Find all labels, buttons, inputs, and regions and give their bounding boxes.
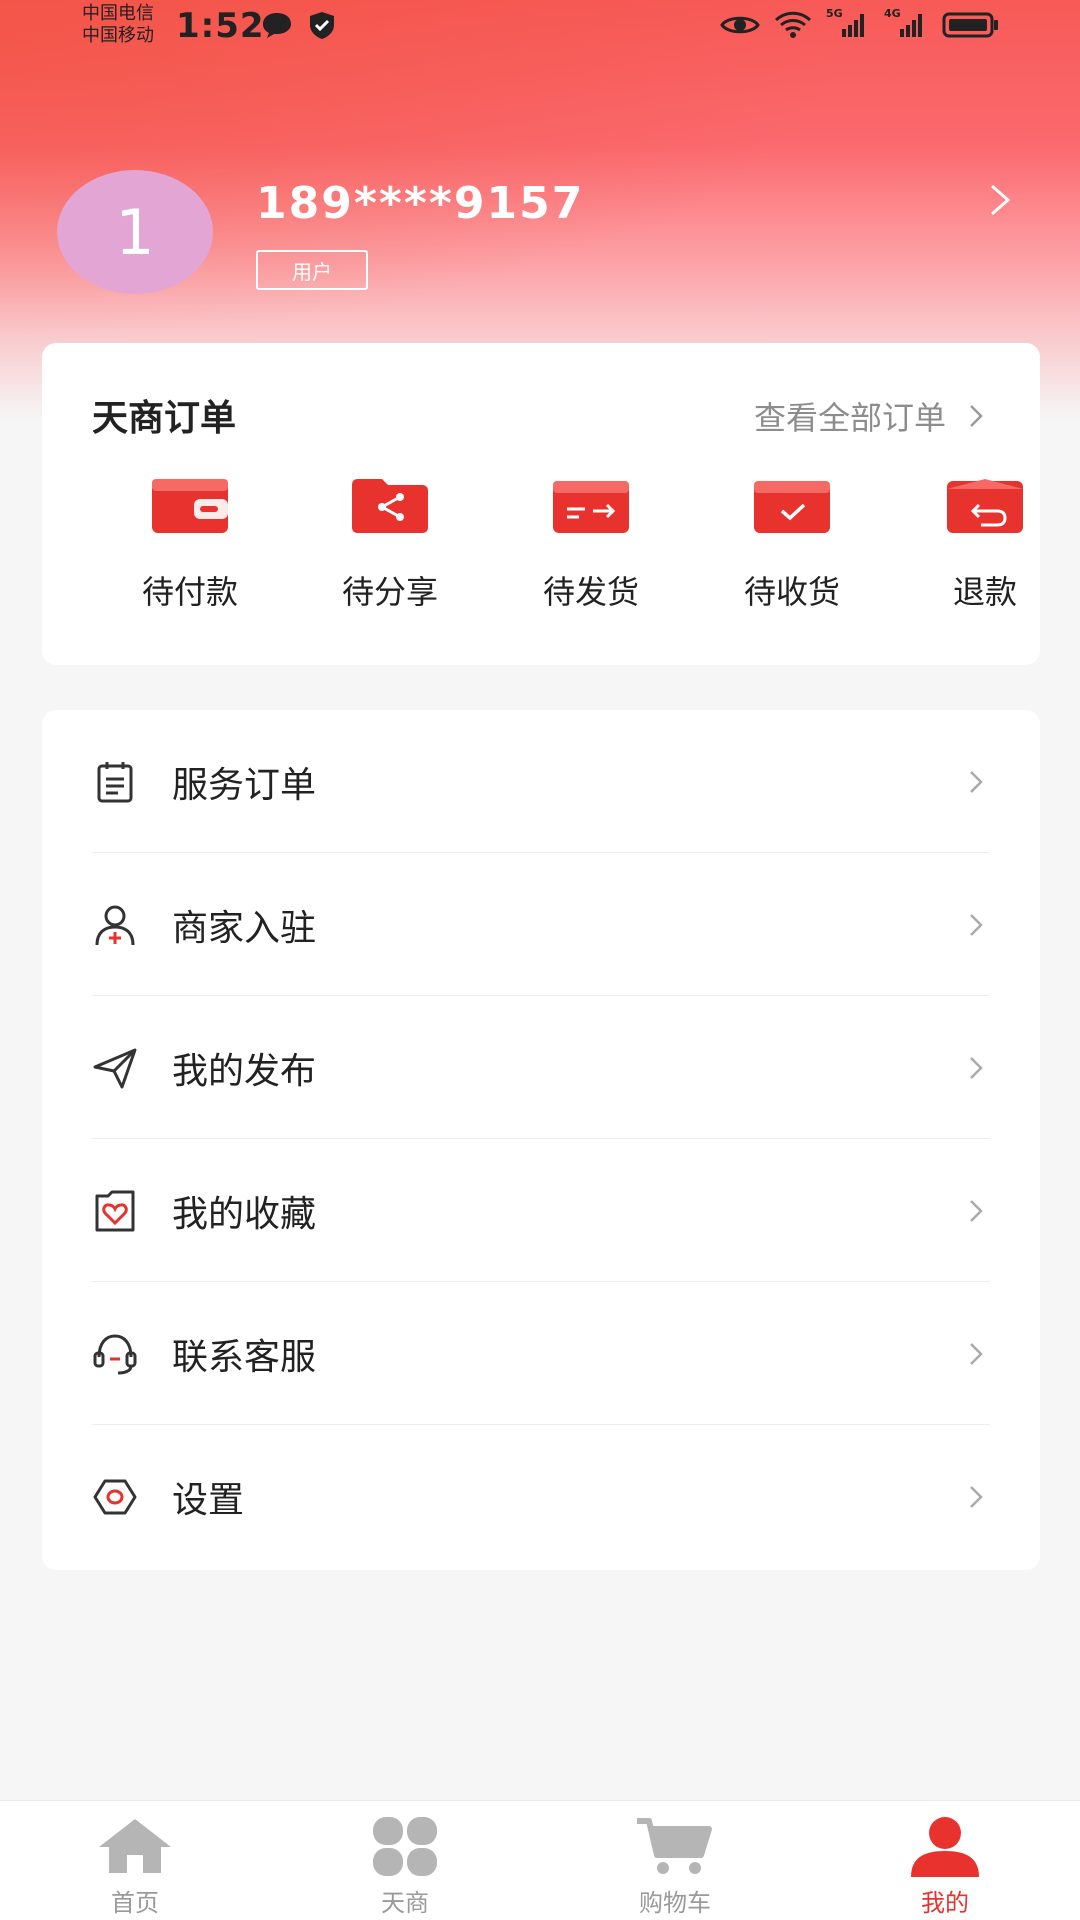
home-icon [99,1819,171,1873]
order-label: 待分享 [341,573,438,611]
orders-card: 天商订单 查看全部订单 待付款 待分享 待发货 待收货 退款 [42,343,1040,665]
order-label: 待付款 [141,573,238,611]
tab-tianshang[interactable]: 天商 [335,1815,475,1918]
shield-icon [310,12,334,39]
bottom-tab-bar: 首页 天商 购物车 我的 [0,1800,1080,1920]
carrier-labels: 中国电信 中国移动 [82,3,154,47]
settings-icon [93,1479,137,1514]
tab-label: 购物车 [639,1889,711,1917]
menu-item-label: 商家入驻 [172,907,317,949]
status-time: 1:52 [176,6,265,46]
carrier-2: 中国移动 [82,25,154,46]
chevron-right-icon [970,1342,983,1365]
menu-item-label: 我的发布 [172,1050,317,1092]
wifi-icon [774,11,812,38]
user-phone: 189****9157 [256,178,585,229]
menu-item-service-orders[interactable]: 服务订单 [42,710,1040,853]
status-notification-icons [260,10,336,40]
receive-icon [754,481,830,533]
chevron-right-icon [970,405,983,427]
chevron-right-icon [970,1485,983,1508]
eye-icon [720,16,760,34]
share-icon [352,479,428,533]
menu-card: 服务订单 商家入驻 我的发布 我的收藏 联系客服 设置 [42,710,1040,1570]
clipboard-icon [97,761,133,802]
favorite-icon [95,1190,135,1231]
profile-chevron-right-icon[interactable] [986,180,1014,220]
tab-home[interactable]: 首页 [65,1815,205,1918]
message-icon [263,13,291,38]
order-pending-payment[interactable]: 待付款 [110,475,270,613]
menu-item-label: 设置 [172,1479,245,1521]
orders-title: 天商订单 [92,398,237,439]
order-pending-receipt[interactable]: 待收货 [712,475,872,613]
send-icon [93,1048,137,1088]
wallet-icon [152,479,228,533]
menu-item-my-posts[interactable]: 我的发布 [42,996,1040,1139]
signal-5g-icon: 5G [826,7,870,39]
status-bar: 中国电信 中国移动 1:52 5G 4G [0,0,1080,52]
carrier-1: 中国电信 [82,3,154,24]
menu-item-customer-service[interactable]: 联系客服 [42,1282,1040,1425]
role-badge: 用户 [256,250,368,290]
menu-item-settings[interactable]: 设置 [42,1425,1040,1568]
view-all-orders-link[interactable]: 查看全部订单 [754,393,984,439]
order-status-list: 待付款 待分享 待发货 待收货 退款 [42,475,1040,625]
signal-4g-icon: 4G [884,7,928,39]
headset-icon [93,1333,137,1374]
order-pending-shipment[interactable]: 待发货 [511,475,671,613]
view-all-orders-label: 查看全部订单 [753,399,946,437]
status-system-icons: 5G 4G [720,7,1000,40]
cart-icon [637,1818,712,1874]
chevron-right-icon [970,1056,983,1079]
tab-label: 我的 [921,1889,969,1917]
order-refund[interactable]: 退款 [905,475,1065,613]
menu-item-label: 我的收藏 [172,1193,317,1235]
menu-item-favorites[interactable]: 我的收藏 [42,1139,1040,1282]
tab-label: 首页 [111,1889,159,1917]
person-icon [911,1817,979,1877]
avatar[interactable]: 1 [57,170,213,294]
battery-icon [942,12,998,38]
order-label: 待发货 [542,573,639,611]
tab-label: 天商 [381,1889,429,1917]
menu-item-label: 服务订单 [172,764,317,806]
chevron-right-icon [970,913,983,936]
order-label: 待收货 [743,573,840,611]
order-pending-share[interactable]: 待分享 [310,475,470,613]
menu-item-label: 联系客服 [172,1336,317,1378]
order-label: 退款 [952,573,1017,611]
chevron-right-icon [970,770,983,793]
user-add-icon [95,905,135,945]
shipping-icon [553,481,629,533]
refund-icon [947,479,1023,533]
clover-icon [373,1817,437,1876]
tab-mine[interactable]: 我的 [875,1815,1015,1918]
chevron-right-icon [970,1199,983,1222]
menu-item-merchant-join[interactable]: 商家入驻 [42,853,1040,996]
tab-cart[interactable]: 购物车 [605,1815,745,1918]
